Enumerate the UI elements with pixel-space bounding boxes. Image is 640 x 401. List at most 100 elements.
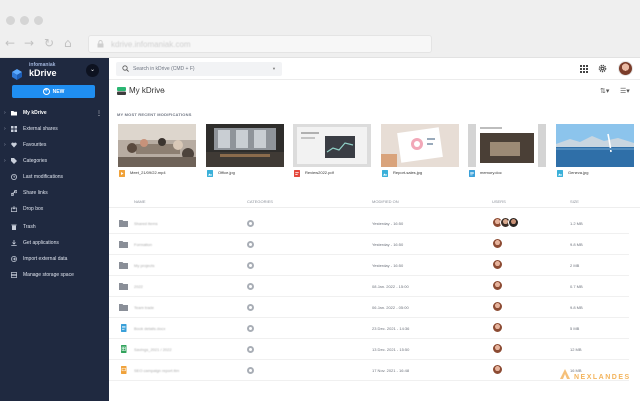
column-header-modified[interactable]: MODIFIED ON <box>372 199 399 204</box>
recent-card[interactable]: Report-sales.jpg <box>381 124 459 181</box>
clock-icon <box>11 174 17 180</box>
column-header-size[interactable]: SIZE <box>570 199 579 204</box>
avatar <box>492 280 503 291</box>
expand-caret-icon[interactable]: › <box>4 126 6 132</box>
gear-icon[interactable] <box>598 64 607 73</box>
back-arrow-icon[interactable]: ← <box>5 37 15 49</box>
row-file-name: Savings_2021 / 2022 <box>134 347 172 352</box>
table-row[interactable]: Formation Yesterday - 16:50 9.8 MB <box>109 234 629 255</box>
category-icon[interactable] <box>247 304 254 311</box>
table-row[interactable]: Team trade 06 Jan. 2022 - 05:00 9.8 MB <box>109 297 629 318</box>
expand-caret-icon[interactable]: › <box>4 110 6 116</box>
sidebar-item-manage-storage[interactable]: Manage storage space <box>0 269 109 281</box>
table-row[interactable]: Book details.docx 23 Dec. 2021 - 14:36 5… <box>109 318 629 339</box>
sidebar-item-label: Manage storage space <box>23 272 74 278</box>
sidebar-item-my-kdrive[interactable]: › My kDrive ⋮ <box>0 107 109 119</box>
new-button[interactable]: + NEW <box>12 85 95 98</box>
category-icon[interactable] <box>247 241 254 248</box>
sidebar-item-drop-box[interactable]: Drop box <box>0 203 109 215</box>
recent-card[interactable]: Review2022.pdf <box>293 124 371 181</box>
window-minimize-dot[interactable] <box>20 16 29 25</box>
column-header-name[interactable]: NAME <box>134 199 146 204</box>
table-row[interactable]: 2022 08 Jan. 2022 - 15:00 0.7 MB <box>109 276 629 297</box>
file-table-header: NAME CATEGORIES MODIFIED ON USERS SIZE <box>109 196 640 208</box>
sidebar-item-trash[interactable]: Trash <box>0 221 109 233</box>
sidebar-item-share-links[interactable]: Share links <box>0 187 109 199</box>
row-size: 12 MB <box>570 347 582 352</box>
column-header-categories[interactable]: CATEGORIES <box>247 199 273 204</box>
kdrive-logo-icon <box>12 69 22 80</box>
folder-icon <box>119 304 128 311</box>
sidebar-item-external-shares[interactable]: › External shares <box>0 123 109 135</box>
search-options-chevron-icon[interactable]: ▼ <box>272 66 276 71</box>
storage-icon <box>11 272 17 278</box>
sidebar-item-favourites[interactable]: › Favourites <box>0 139 109 151</box>
watermark-logo-icon <box>560 369 570 379</box>
sidebar-item-import-external-data[interactable]: Import external data <box>0 253 109 265</box>
reload-icon[interactable]: ↻ <box>44 37 54 49</box>
sidebar-item-categories[interactable]: › Categories <box>0 155 109 167</box>
sidebar-item-get-applications[interactable]: Get applications <box>0 237 109 249</box>
address-bar[interactable]: kdrive.infomaniak.com <box>88 35 432 53</box>
row-size: 1.2 MB <box>570 221 583 226</box>
row-modified-date: 17 Nov. 2021 - 16:48 <box>372 368 410 373</box>
row-modified-date: 06 Jan. 2022 - 05:00 <box>372 305 409 310</box>
page-title[interactable]: My kDrive <box>129 86 165 95</box>
row-size: 0.7 MB <box>570 284 583 289</box>
drive-switcher-chevron-icon[interactable]: ⌄ <box>86 64 99 77</box>
forward-arrow-icon[interactable]: → <box>24 37 34 49</box>
memory-document-thumbnail <box>468 124 546 167</box>
sidebar-item-label: Trash <box>23 224 36 230</box>
avatar <box>492 259 503 270</box>
sidebar-item-label: Drop box <box>23 206 44 212</box>
category-icon[interactable] <box>247 262 254 269</box>
title-chevron-down-icon[interactable]: ⌄ <box>162 88 166 94</box>
recent-card[interactable]: Meet_21/09/22.mp4 <box>118 124 196 181</box>
watermark-text: NEXLANDES <box>574 374 631 381</box>
recent-card[interactable]: Geneva.jpg <box>556 124 634 181</box>
table-row[interactable]: Savings_2021 / 2022 13 Dec. 2021 - 15:50… <box>109 339 629 360</box>
row-modified-date: Yesterday - 16:50 <box>372 263 404 268</box>
sidebar-item-label: External shares <box>23 126 58 132</box>
more-options-icon[interactable]: ⋮ <box>96 110 102 117</box>
expand-caret-icon[interactable]: › <box>4 142 6 148</box>
sidebar-item-label: Get applications <box>23 240 59 246</box>
office-photo-thumbnail <box>206 124 284 167</box>
sidebar-item-label: Last modifications <box>23 174 64 180</box>
window-maximize-dot[interactable] <box>34 16 43 25</box>
import-icon <box>11 256 17 262</box>
home-icon[interactable]: ⌂ <box>64 37 72 49</box>
apps-grid-icon[interactable] <box>580 65 588 73</box>
recent-card[interactable]: memory.doc <box>468 124 546 181</box>
sidebar-item-label: Share links <box>23 190 48 196</box>
category-icon[interactable] <box>247 325 254 332</box>
avatar <box>492 238 503 249</box>
row-size: 2 MB <box>570 263 580 268</box>
row-modified-date: 08 Jan. 2022 - 15:00 <box>372 284 409 289</box>
table-row[interactable]: SEO campaign report.ttm 17 Nov. 2021 - 1… <box>109 360 629 381</box>
window-close-dot[interactable] <box>6 16 15 25</box>
avatar <box>492 301 503 312</box>
category-icon[interactable] <box>247 220 254 227</box>
plus-icon: + <box>42 88 50 95</box>
row-modified-date: 23 Dec. 2021 - 14:36 <box>372 326 410 331</box>
sidebar-item-last-modifications[interactable]: Last modifications <box>0 171 109 183</box>
lock-icon <box>97 40 104 48</box>
category-icon[interactable] <box>247 367 254 374</box>
category-icon[interactable] <box>247 283 254 290</box>
table-row[interactable]: My projects Yesterday - 16:50 2 MB <box>109 255 629 276</box>
search-input[interactable]: Search in kDrive (CMD + F) ▼ <box>116 62 282 76</box>
user-avatar[interactable] <box>618 61 633 76</box>
expand-caret-icon[interactable]: › <box>4 158 6 164</box>
row-file-name: SEO campaign report.ttm <box>134 368 180 373</box>
avatar <box>492 364 503 375</box>
category-icon[interactable] <box>247 346 254 353</box>
sort-icon[interactable]: ⇅▾ <box>600 87 609 95</box>
recent-card[interactable]: Office.jpg <box>206 124 284 181</box>
image-file-icon <box>207 170 213 177</box>
row-file-name: Team trade <box>134 305 155 310</box>
table-row[interactable]: Shared items Yesterday - 16:50 1.2 MB <box>109 213 629 234</box>
column-header-users[interactable]: USERS <box>492 199 506 204</box>
sidebar: infomaniak kDrive ⌄ + NEW › My kDrive ⋮ … <box>0 58 109 401</box>
list-view-icon[interactable]: ☰▾ <box>620 87 630 95</box>
